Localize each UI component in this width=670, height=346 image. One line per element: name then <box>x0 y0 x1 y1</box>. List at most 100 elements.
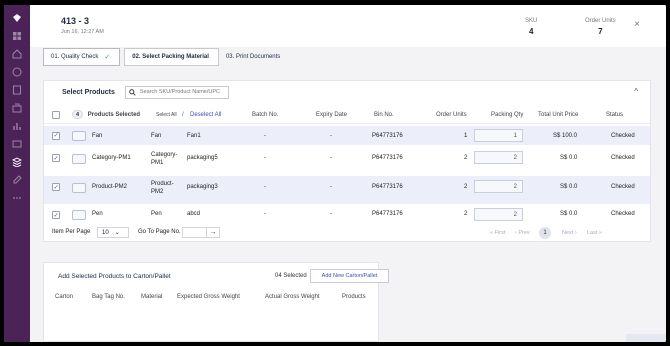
billing-icon[interactable] <box>11 138 23 150</box>
bin-no: P64773176 <box>372 184 403 190</box>
batch-no: - <box>264 184 266 190</box>
packing-qty-input[interactable]: 2 <box>474 151 523 164</box>
inventory-icon[interactable] <box>11 102 23 114</box>
product-sku: Product-PM2 <box>151 181 174 195</box>
logo-icon[interactable] <box>11 12 23 24</box>
total-unit-price: S$ 100.0 <box>553 132 578 139</box>
total-unit-price: S$ 0.0 <box>560 184 578 190</box>
sku-value: 4 <box>528 27 534 36</box>
close-icon[interactable]: × <box>634 19 640 30</box>
card-header: Select Products Search SKU/Product Name/… <box>44 81 650 103</box>
table-row[interactable]: ✓ Product-PM2 Product-PM2 packaging3 - -… <box>44 176 650 204</box>
reports-icon[interactable] <box>11 120 23 132</box>
prev-page-link[interactable]: ‹ Prev <box>515 230 530 236</box>
first-page-link[interactable]: « First <box>490 230 505 236</box>
table-row[interactable]: ✓ Category-PM1 Category-PM1 packaging5 -… <box>44 147 650 175</box>
packing-qty-input[interactable]: 2 <box>474 208 523 221</box>
packaging-material: Fan1 <box>187 132 201 139</box>
stepper: 01. Quality Check ✓ 02. Select Packing M… <box>43 48 289 66</box>
footer-action-stub <box>626 334 666 342</box>
packing-qty-input[interactable]: 1 <box>474 129 523 142</box>
carton-title: Add Selected Products to Carton/Pallet <box>58 273 171 280</box>
search-input[interactable]: Search SKU/Product Name/UPC <box>124 85 229 99</box>
bin-no: P64773176 <box>372 211 403 217</box>
goto-page-button[interactable]: → <box>206 227 220 238</box>
main-content: 413 - 3 Jun 16, 12:27 AM SKU 4 Order Uni… <box>30 5 666 342</box>
carton-card: Add Selected Products to Carton/Pallet 0… <box>43 262 389 342</box>
col-batch-no: Batch No. <box>252 111 279 118</box>
status: Checked <box>611 211 635 217</box>
product-sku: Pen <box>151 211 162 217</box>
table-header: 4 Products Selected Select All / Deselec… <box>44 106 650 124</box>
goto-page-label: Go To Page No. <box>138 229 181 235</box>
inbound-icon[interactable] <box>11 66 23 78</box>
product-sku: Category-PM1 <box>151 152 178 166</box>
step-label: 02. Select Packing Material <box>132 54 209 60</box>
expiry-date: - <box>330 132 332 139</box>
dashboard-icon[interactable] <box>11 30 23 42</box>
product-image <box>72 183 86 193</box>
step-quality-check[interactable]: 01. Quality Check ✓ <box>43 48 121 66</box>
edit-icon[interactable] <box>11 174 23 186</box>
sidebar <box>4 5 30 342</box>
deselect-all-link[interactable]: Deselect All <box>190 112 221 118</box>
order-units: 1 <box>464 132 468 139</box>
batch-no: - <box>264 132 266 139</box>
row-checkbox[interactable]: ✓ <box>52 211 60 219</box>
product-sku: Fan <box>151 132 162 139</box>
status: Checked <box>611 132 635 139</box>
check-icon: ✓ <box>104 54 111 61</box>
packing-icon[interactable] <box>11 156 23 168</box>
order-units-summary: Order Units 7 <box>585 18 616 36</box>
orders-icon[interactable] <box>11 84 23 96</box>
col-total-unit-price: Total Unit Price <box>538 111 579 118</box>
row-checkbox[interactable]: ✓ <box>52 183 60 191</box>
expiry-date: - <box>330 211 332 217</box>
selected-label: Products Selected <box>87 112 141 118</box>
row-checkbox[interactable]: ✓ <box>52 131 60 140</box>
status: Checked <box>611 155 635 161</box>
col-material: Material <box>141 294 163 300</box>
batch-no: - <box>264 211 266 217</box>
col-bag-tag-no: Bag Tag No. <box>92 294 125 300</box>
product-name: Pen <box>92 211 103 217</box>
carton-selected-count: 04 Selected <box>275 273 307 279</box>
row-checkbox[interactable]: ✓ <box>52 154 60 162</box>
product-name: Fan <box>92 132 103 139</box>
more-icon[interactable] <box>11 192 23 204</box>
select-products-card: Select Products Search SKU/Product Name/… <box>43 80 651 242</box>
pagination-bar: Item Per Page 10 ⌄ Go To Page No. → « Fi… <box>44 227 650 243</box>
table-row[interactable]: ✓ Pen Pen abcd - - P64773176 2 2 S$ 0.0 … <box>44 206 650 224</box>
items-per-page-select[interactable]: 10 ⌄ <box>97 227 129 238</box>
separator: / <box>182 111 184 118</box>
next-page-link[interactable]: Next › <box>562 230 577 236</box>
page-subtitle-date: Jun 16, 12:27 AM <box>61 29 104 35</box>
home-icon[interactable] <box>11 48 23 60</box>
bin-no: P64773176 <box>372 155 403 161</box>
chevron-down-icon: ⌄ <box>114 230 120 236</box>
page-title: 413 - 3 <box>61 16 90 26</box>
select-all-link[interactable]: Select All <box>156 112 177 118</box>
table-row[interactable]: ✓ Fan Fan Fan1 - - P64773176 1 1 S$ 100.… <box>44 126 650 145</box>
add-carton-button[interactable]: Add New Carton/Pallet <box>310 269 389 283</box>
product-image <box>72 154 86 164</box>
selected-summary: 4 Products Selected <box>72 110 140 119</box>
header: 413 - 3 Jun 16, 12:27 AM SKU 4 Order Uni… <box>30 5 666 47</box>
col-packing-qty: Packing Qty <box>491 111 524 118</box>
col-order-units: Order Units <box>436 111 467 118</box>
sku-summary: SKU 4 <box>525 18 537 36</box>
col-expected-gross-weight: Expected Gross Weight <box>177 294 240 300</box>
current-page[interactable]: 1 <box>539 227 551 239</box>
product-image <box>72 210 86 220</box>
packing-qty-input[interactable]: 2 <box>474 180 523 193</box>
last-page-link[interactable]: Last » <box>587 230 602 236</box>
step-print-documents[interactable]: 03. Print Documents <box>219 48 289 66</box>
packaging-material: packaging3 <box>187 184 218 190</box>
total-unit-price: S$ 0.0 <box>560 155 578 161</box>
select-all-checkbox[interactable] <box>52 110 60 119</box>
search-placeholder: Search SKU/Product Name/UPC <box>139 89 221 95</box>
step-select-packing-material[interactable]: 02. Select Packing Material <box>124 48 219 66</box>
col-bin-no: Bin No. <box>374 111 394 118</box>
collapse-icon[interactable]: ^ <box>634 87 638 96</box>
search-icon <box>129 88 136 96</box>
